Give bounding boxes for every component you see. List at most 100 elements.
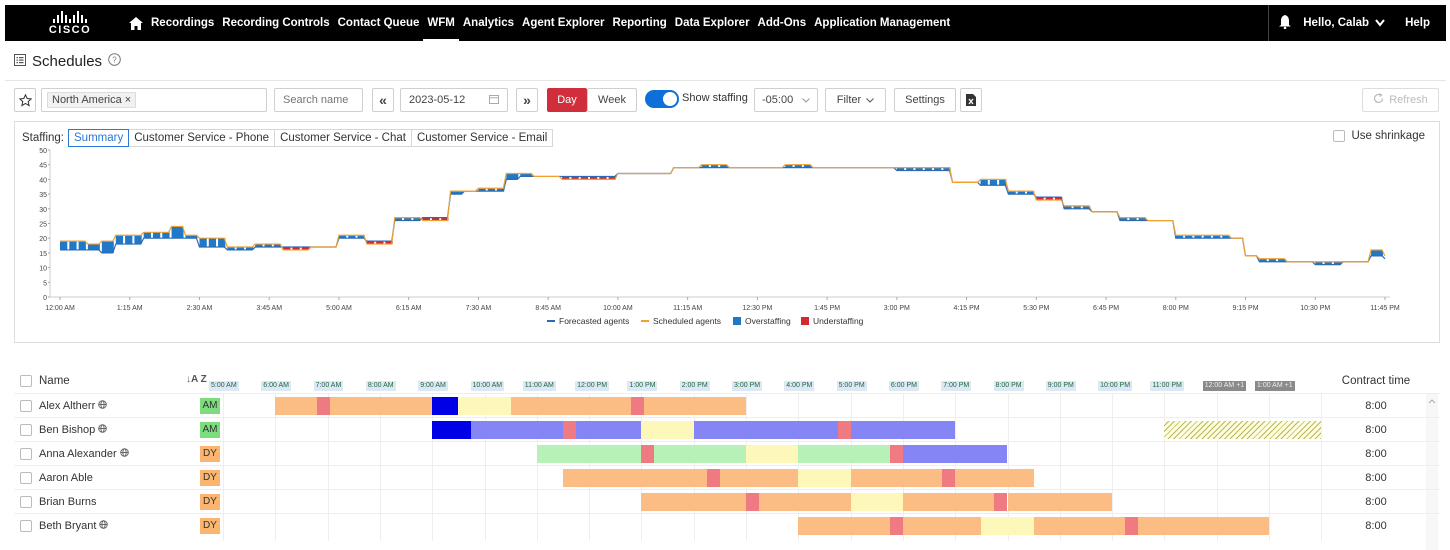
- row-checkbox[interactable]: [20, 520, 32, 532]
- schedule-segment-break[interactable]: [706, 469, 720, 487]
- nav-item-application-management[interactable]: Application Management: [810, 5, 954, 41]
- row-checkbox[interactable]: [20, 472, 32, 484]
- nav-item-contact-queue[interactable]: Contact Queue: [334, 5, 424, 41]
- schedule-segment-lunch[interactable]: [981, 517, 1034, 535]
- schedule-segment-work[interactable]: [955, 469, 1034, 487]
- user-greeting[interactable]: Hello, Calab: [1303, 17, 1369, 29]
- nav-item-recordings[interactable]: Recordings: [147, 5, 218, 41]
- search-name-input[interactable]: [274, 88, 363, 112]
- schedule-row[interactable]: Beth Bryant DY 8:00: [14, 513, 1440, 537]
- legend-label[interactable]: Understaffing: [813, 316, 864, 326]
- chevron-down-icon[interactable]: [1375, 16, 1385, 30]
- day-view-button[interactable]: Day: [547, 88, 587, 112]
- schedule-segment-meeting[interactable]: [432, 397, 459, 415]
- timezone-select[interactable]: -05:00: [754, 88, 818, 112]
- schedule-segment-lunch[interactable]: [798, 469, 851, 487]
- schedule-row[interactable]: Ben Bishop AM 8:00: [14, 417, 1440, 441]
- help-circle-icon[interactable]: ?: [108, 53, 121, 69]
- agent-name-cell[interactable]: Alex Altherr: [20, 394, 108, 418]
- schedule-segment-training[interactable]: [536, 445, 642, 463]
- schedule-segment-lunch[interactable]: [458, 397, 511, 415]
- region-selector[interactable]: North America ×: [41, 88, 267, 112]
- nav-item-add-ons[interactable]: Add-Ons: [754, 5, 811, 41]
- settings-button[interactable]: Settings: [894, 88, 956, 112]
- row-checkbox[interactable]: [20, 400, 32, 412]
- schedule-segment-break[interactable]: [942, 469, 956, 487]
- schedule-segment-break[interactable]: [630, 397, 644, 415]
- schedule-segment-work[interactable]: [719, 469, 799, 487]
- schedule-segment-break[interactable]: [1125, 517, 1139, 535]
- bell-icon[interactable]: [1279, 14, 1292, 32]
- schedule-row[interactable]: Aaron Able DY 8:00: [14, 465, 1440, 489]
- cisco-logo[interactable]: CISCO: [5, 10, 125, 36]
- next-day-button[interactable]: »: [516, 88, 538, 112]
- show-staffing-toggle[interactable]: [645, 90, 679, 108]
- agent-name-cell[interactable]: Anna Alexander: [20, 442, 129, 466]
- schedule-segment-break[interactable]: [562, 421, 576, 439]
- schedule-segment-break[interactable]: [746, 493, 760, 511]
- home-icon[interactable]: [125, 12, 147, 34]
- prev-day-button[interactable]: «: [372, 88, 394, 112]
- legend-label[interactable]: Overstaffing: [745, 316, 791, 326]
- agent-name[interactable]: Alex Altherr: [39, 400, 95, 412]
- schedule-segment-lunch[interactable]: [746, 445, 799, 463]
- use-shrinkage[interactable]: Use shrinkage: [1333, 130, 1425, 142]
- schedule-row[interactable]: Alex Altherr AM 8:00: [14, 393, 1440, 417]
- schedule-segment-work[interactable]: [275, 397, 318, 415]
- schedule-segment-work[interactable]: [562, 469, 707, 487]
- schedule-segment-break[interactable]: [889, 517, 903, 535]
- agent-name[interactable]: Brian Burns: [39, 496, 96, 508]
- legend-label[interactable]: Forecasted agents: [559, 316, 629, 326]
- region-chip[interactable]: North America ×: [47, 92, 137, 108]
- export-excel-icon[interactable]: [960, 88, 982, 112]
- staffing-tab-customer-service-phone[interactable]: Customer Service - Phone: [128, 129, 276, 147]
- agent-name[interactable]: Beth Bryant: [39, 520, 96, 532]
- schedule-segment-work[interactable]: [798, 517, 890, 535]
- staffing-tab-customer-service-email[interactable]: Customer Service - Email: [410, 129, 554, 147]
- schedule-segment-lunch[interactable]: [850, 493, 903, 511]
- date-picker[interactable]: 2023-05-12: [400, 88, 508, 112]
- schedule-segment-project[interactable]: [471, 421, 563, 439]
- schedule-segment-work[interactable]: [1138, 517, 1269, 535]
- row-checkbox[interactable]: [20, 496, 32, 508]
- nav-item-reporting[interactable]: Reporting: [608, 5, 670, 41]
- schedule-segment-project[interactable]: [576, 421, 642, 439]
- schedule-row[interactable]: Brian Burns DY 8:00: [14, 489, 1440, 513]
- filter-button[interactable]: Filter: [825, 88, 886, 112]
- schedule-segment-lunch[interactable]: [641, 421, 694, 439]
- agent-name[interactable]: Aaron Able: [39, 472, 93, 484]
- week-view-button[interactable]: Week: [587, 88, 637, 112]
- nav-item-wfm[interactable]: WFM: [423, 5, 459, 41]
- select-all-checkbox[interactable]: [20, 375, 32, 387]
- row-checkbox[interactable]: [20, 448, 32, 460]
- calendar-icon[interactable]: [489, 94, 499, 107]
- agent-name[interactable]: Ben Bishop: [39, 424, 95, 436]
- staffing-tab-customer-service-chat[interactable]: Customer Service - Chat: [274, 129, 412, 147]
- schedule-segment-project[interactable]: [902, 445, 1008, 463]
- schedule-segment-work[interactable]: [850, 469, 943, 487]
- schedule-segment-meeting[interactable]: [432, 421, 472, 439]
- schedule-segment-work[interactable]: [902, 517, 982, 535]
- schedule-segment-work[interactable]: [330, 397, 433, 415]
- agent-name[interactable]: Anna Alexander: [39, 448, 117, 460]
- schedule-segment-work[interactable]: [1007, 493, 1113, 511]
- schedule-segment-work[interactable]: [510, 397, 631, 415]
- schedule-segment-break[interactable]: [994, 493, 1008, 511]
- schedule-segment-work[interactable]: [644, 397, 746, 415]
- agent-name-cell[interactable]: Aaron Able: [20, 466, 93, 490]
- schedule-segment-break[interactable]: [317, 397, 331, 415]
- schedule-row[interactable]: Anna Alexander DY 8:00: [14, 441, 1440, 465]
- schedule-segment-unavail[interactable]: [1164, 421, 1322, 439]
- legend-label[interactable]: Scheduled agents: [653, 316, 721, 326]
- schedule-segment-work[interactable]: [759, 493, 851, 511]
- row-checkbox[interactable]: [20, 424, 32, 436]
- nav-item-data-explorer[interactable]: Data Explorer: [671, 5, 754, 41]
- schedule-segment-work[interactable]: [902, 493, 995, 511]
- agent-name-cell[interactable]: Beth Bryant: [20, 514, 109, 538]
- agent-name-cell[interactable]: Ben Bishop: [20, 418, 108, 442]
- schedule-segment-training[interactable]: [798, 445, 890, 463]
- schedule-segment-project[interactable]: [693, 421, 838, 439]
- schedule-segment-project[interactable]: [850, 421, 956, 439]
- help-link[interactable]: Help: [1405, 17, 1430, 29]
- nav-item-analytics[interactable]: Analytics: [459, 5, 518, 41]
